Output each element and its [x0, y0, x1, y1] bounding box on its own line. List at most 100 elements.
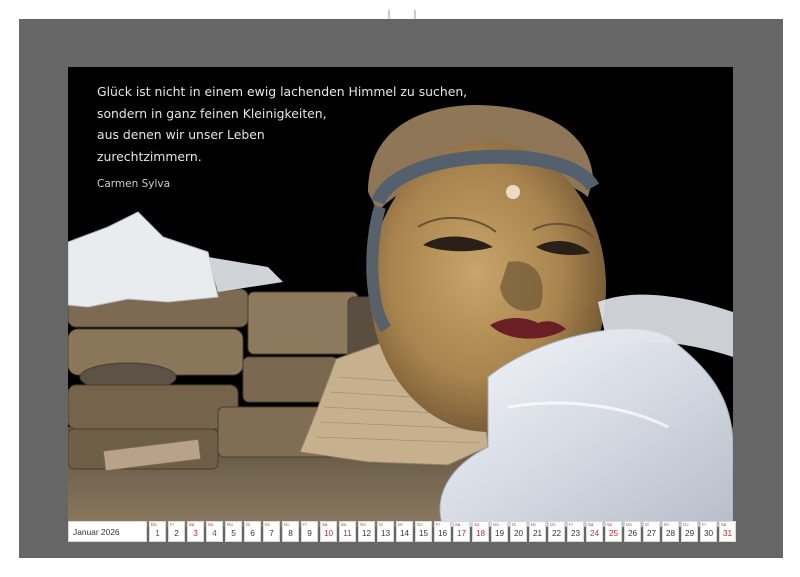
day-number: 19: [494, 529, 505, 538]
day-cell: Di 27: [643, 521, 660, 542]
day-weekday: Fr: [702, 522, 707, 527]
quote-line: zurechtzimmern.: [97, 148, 202, 164]
day-number: 24: [589, 529, 600, 538]
day-number: 18: [475, 529, 486, 538]
day-weekday: So: [474, 522, 480, 527]
day-number: 20: [513, 529, 524, 538]
day-cell: So 11: [339, 521, 356, 542]
day-weekday: Di: [645, 522, 650, 527]
month-label-box: Januar 2026: [68, 521, 147, 542]
day-weekday: Mi: [531, 522, 536, 527]
day-number: 12: [361, 529, 372, 538]
day-cell: Mi 14: [396, 521, 413, 542]
day-number: 3: [193, 529, 198, 538]
day-weekday: Sa: [721, 522, 727, 527]
month-label: Januar 2026: [73, 527, 120, 537]
day-cell: Sa 10: [320, 521, 337, 542]
day-cell: Do 22: [548, 521, 565, 542]
quote-line: Glück ist nicht in einem ewig lachenden …: [97, 84, 468, 99]
month-calendar-strip: Januar 2026 Do 1 Fr 2 Sa 3 So 4 Mo 5 Di 6 Mi 7 Do 8 Fr 9 S…: [68, 521, 738, 542]
day-number: 6: [250, 529, 255, 538]
day-number: 13: [380, 529, 391, 538]
day-number: 16: [437, 529, 448, 538]
day-number: 11: [343, 529, 352, 538]
day-cell: Sa 17: [453, 521, 470, 542]
day-cell: Di 20: [510, 521, 527, 542]
day-cell: Mo 5: [225, 521, 242, 542]
day-weekday: Do: [550, 522, 556, 527]
day-weekday: Fr: [569, 522, 574, 527]
quote-author: Carmen Sylva: [97, 178, 171, 190]
day-number: 9: [307, 529, 312, 538]
day-number: 31: [722, 529, 733, 538]
day-number: 23: [570, 529, 581, 538]
day-number: 4: [212, 529, 217, 538]
day-number: 17: [456, 529, 467, 538]
day-cell: Fr 23: [567, 521, 584, 542]
quote-line: sondern in ganz feinen Kleinigkeiten,: [97, 105, 327, 121]
day-weekday: So: [208, 522, 214, 527]
day-number: 29: [684, 529, 695, 538]
day-weekday: Di: [379, 522, 384, 527]
day-cell: So 25: [605, 521, 622, 542]
day-weekday: Sa: [588, 522, 594, 527]
day-cell: Mi 7: [263, 521, 280, 542]
day-weekday: Do: [284, 522, 290, 527]
day-cell: Di 6: [244, 521, 261, 542]
day-weekday: Di: [246, 522, 251, 527]
day-cell: So 4: [206, 521, 223, 542]
day-cell: Fr 9: [301, 521, 318, 542]
day-cell: So 18: [472, 521, 489, 542]
day-weekday: So: [607, 522, 613, 527]
day-weekday: Sa: [189, 522, 195, 527]
day-weekday: So: [341, 522, 347, 527]
day-number: 27: [646, 529, 657, 538]
day-cell: Mi 21: [529, 521, 546, 542]
day-weekday: Fr: [170, 522, 175, 527]
day-number: 10: [323, 529, 334, 538]
day-weekday: Sa: [455, 522, 461, 527]
quote-line: aus denen wir unser Leben: [97, 127, 265, 142]
day-weekday: Mo: [493, 522, 499, 527]
day-cell: Mo 12: [358, 521, 375, 542]
calendar-sheet: Glück ist nicht in einem ewig lachenden …: [19, 19, 783, 558]
quote-text: Glück ist nicht in einem ewig lachenden …: [97, 81, 517, 167]
day-weekday: Do: [151, 522, 157, 527]
day-number: 5: [231, 529, 236, 538]
day-weekday: Sa: [322, 522, 328, 527]
day-number: 1: [155, 529, 160, 538]
day-cell: Mi 28: [662, 521, 679, 542]
day-cell: Sa 3: [187, 521, 204, 542]
day-number: 8: [288, 529, 293, 538]
day-cell: Fr 16: [434, 521, 451, 542]
day-cell: Mo 26: [624, 521, 641, 542]
day-number: 25: [608, 529, 619, 538]
day-number: 26: [627, 529, 638, 538]
day-cell: Do 1: [149, 521, 166, 542]
day-cell: Fr 30: [700, 521, 717, 542]
day-weekday: Mo: [626, 522, 632, 527]
day-cell: Do 8: [282, 521, 299, 542]
day-cell: Sa 24: [586, 521, 603, 542]
day-cell: Fr 2: [168, 521, 185, 542]
day-number: 22: [551, 529, 562, 538]
day-number: 2: [174, 529, 179, 538]
day-weekday: Do: [417, 522, 423, 527]
day-weekday: Mo: [227, 522, 233, 527]
day-cell: Di 13: [377, 521, 394, 542]
day-number: 14: [399, 529, 410, 538]
day-weekday: Fr: [303, 522, 308, 527]
day-weekday: Do: [683, 522, 689, 527]
day-weekday: Mi: [664, 522, 669, 527]
day-cell: Sa 31: [719, 521, 736, 542]
day-cell: Do 15: [415, 521, 432, 542]
day-cell: Mo 19: [491, 521, 508, 542]
day-weekday: Mi: [398, 522, 403, 527]
day-weekday: Di: [512, 522, 517, 527]
day-number: 21: [532, 529, 543, 538]
day-weekday: Fr: [436, 522, 441, 527]
day-number: 28: [665, 529, 676, 538]
day-weekday: Mi: [265, 522, 270, 527]
day-weekday: Mo: [360, 522, 366, 527]
day-number: 7: [269, 529, 274, 538]
